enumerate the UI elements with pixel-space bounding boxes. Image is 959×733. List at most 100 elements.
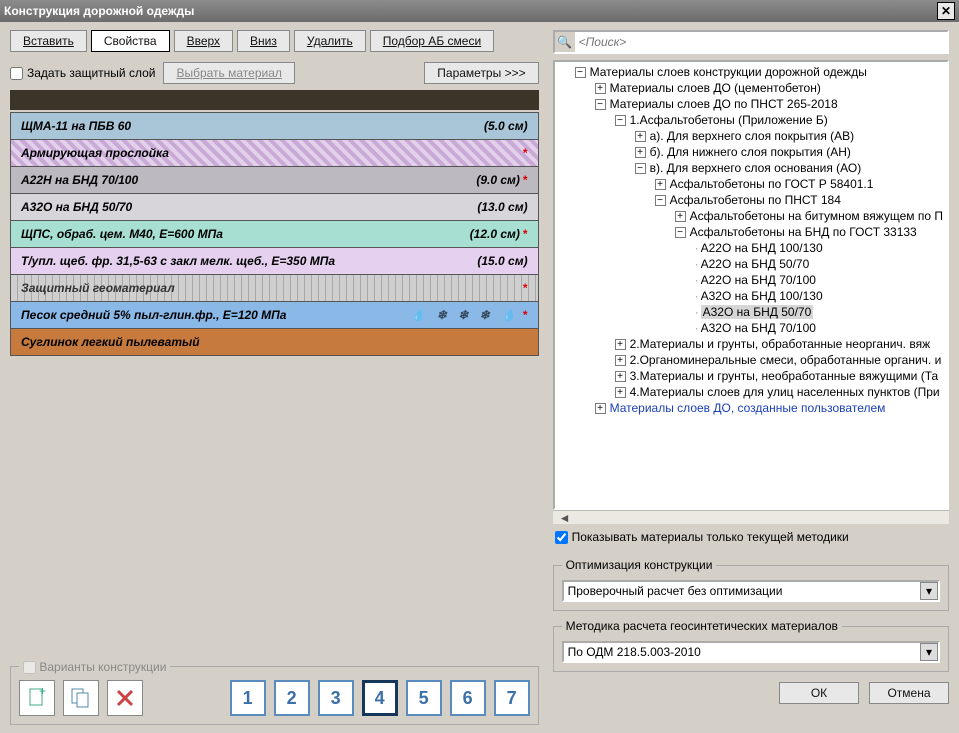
expand-icon[interactable]: + bbox=[615, 387, 626, 398]
horizontal-scrollbar[interactable]: ◄ bbox=[553, 510, 949, 524]
tree-node[interactable]: ·А32О на БНД 70/100 bbox=[555, 320, 947, 336]
layer-row[interactable]: Суглинок легкий пылеватый bbox=[10, 329, 539, 356]
mix-button[interactable]: Подбор АБ смеси bbox=[370, 30, 494, 52]
tree-node[interactable]: + Материалы слоев ДО, созданные пользоват… bbox=[555, 400, 947, 416]
current-method-checkbox[interactable] bbox=[555, 531, 568, 544]
layer-name: Т/упл. щеб. фр. 31,5-63 с закл мелк. щеб… bbox=[21, 254, 335, 268]
variant-3[interactable]: 3 bbox=[318, 680, 354, 716]
right-panel: 🔍 −Материалы слоев конструкции дорожной … bbox=[549, 22, 959, 733]
tree-node[interactable]: +а). Для верхнего слоя покрытия (АВ) bbox=[555, 128, 947, 144]
tree-node[interactable]: + Асфальтобетоны на битумном вяжущем по П bbox=[555, 208, 947, 224]
tree-node[interactable]: −Асфальтобетоны по ПНСТ 184 bbox=[555, 192, 947, 208]
layer-row[interactable]: Песок средний 5% пыл-глин.фр., Е=120 МПа… bbox=[10, 302, 539, 329]
tree-label: А22О на БНД 50/70 bbox=[701, 257, 810, 271]
tree-node[interactable]: −Материалы слоев конструкции дорожной од… bbox=[555, 64, 947, 80]
tree-node[interactable]: +4.Материалы слоев для улиц населенных п… bbox=[555, 384, 947, 400]
tree-node[interactable]: ·А22О на БНД 50/70 bbox=[555, 256, 947, 272]
tree-node[interactable]: ·А32О на БНД 50/70 bbox=[555, 304, 947, 320]
collapse-icon[interactable]: − bbox=[635, 163, 646, 174]
tree-node[interactable]: +б). Для нижнего слоя покрытия (АН) bbox=[555, 144, 947, 160]
tree-node[interactable]: +2.Органоминеральные смеси, обработанные… bbox=[555, 352, 947, 368]
expand-icon[interactable]: + bbox=[595, 403, 606, 414]
optimization-dropdown[interactable]: Проверочный расчет без оптимизации ▾ bbox=[562, 580, 940, 602]
tree-node[interactable]: ·А22О на БНД 100/130 bbox=[555, 240, 947, 256]
tree-label: Асфальтобетоны по ПНСТ 184 bbox=[670, 193, 841, 207]
tree-label: 1.Асфальтобетоны (Приложение Б) bbox=[630, 113, 828, 127]
search-row: 🔍 bbox=[553, 30, 949, 54]
collapse-icon[interactable]: − bbox=[595, 99, 606, 110]
layer-row[interactable]: Т/упл. щеб. фр. 31,5-63 с закл мелк. щеб… bbox=[10, 248, 539, 275]
star-icon: * bbox=[523, 173, 528, 187]
choose-material-button[interactable]: Выбрать материал bbox=[163, 62, 294, 84]
properties-button[interactable]: Свойства bbox=[91, 30, 170, 52]
tree-node[interactable]: +3.Материалы и грунты, необработанные вя… bbox=[555, 368, 947, 384]
ok-button[interactable]: ОК bbox=[779, 682, 859, 704]
collapse-icon[interactable]: − bbox=[655, 195, 666, 206]
expand-icon[interactable]: + bbox=[615, 355, 626, 366]
cancel-button[interactable]: Отмена bbox=[869, 682, 949, 704]
variants-title: Варианты конструкции bbox=[39, 660, 166, 674]
tree-label: 4.Материалы слоев для улиц населенных пу… bbox=[630, 385, 940, 399]
tree-node[interactable]: +Асфальтобетоны по ГОСТ Р 58401.1 bbox=[555, 176, 947, 192]
layer-thickness: (9.0 см) bbox=[476, 173, 520, 187]
tree-node[interactable]: +Материалы слоев ДО (цементобетон) bbox=[555, 80, 947, 96]
add-variant-icon[interactable]: + bbox=[19, 680, 55, 716]
collapse-icon[interactable]: − bbox=[675, 227, 686, 238]
down-button[interactable]: Вниз bbox=[237, 30, 290, 52]
layer-name: Защитный геоматериал bbox=[21, 281, 175, 295]
tree-node[interactable]: −Асфальтобетоны на БНД по ГОСТ 33133 bbox=[555, 224, 947, 240]
expand-icon[interactable]: + bbox=[635, 131, 646, 142]
variant-4[interactable]: 4 bbox=[362, 680, 398, 716]
expand-icon[interactable]: + bbox=[615, 371, 626, 382]
tree-node[interactable]: ·А22О на БНД 70/100 bbox=[555, 272, 947, 288]
variant-2[interactable]: 2 bbox=[274, 680, 310, 716]
toolbar: Вставить Свойства Вверх Вниз Удалить Под… bbox=[10, 30, 539, 52]
delete-variant-icon[interactable] bbox=[107, 680, 143, 716]
tree-label: Асфальтобетоны на битумном вяжущем по П bbox=[690, 209, 943, 223]
layer-name: ЩМА-11 на ПБВ 60 bbox=[21, 119, 131, 133]
geosynth-dropdown[interactable]: По ОДМ 218.5.003-2010 ▾ bbox=[562, 641, 940, 663]
star-icon: * bbox=[523, 281, 528, 295]
variant-7[interactable]: 7 bbox=[494, 680, 530, 716]
expand-icon[interactable]: + bbox=[635, 147, 646, 158]
expand-icon[interactable]: + bbox=[595, 83, 606, 94]
optimization-group: Оптимизация конструкции Проверочный расч… bbox=[553, 558, 949, 611]
delete-button[interactable]: Удалить bbox=[294, 30, 366, 52]
tree-label: А32О на БНД 50/70 bbox=[701, 305, 814, 319]
tree-node[interactable]: ·А32О на БНД 100/130 bbox=[555, 288, 947, 304]
search-input[interactable] bbox=[575, 32, 947, 52]
tree-label: Материалы слоев ДО, созданные пользовате… bbox=[610, 401, 886, 415]
tree-label: 2.Органоминеральные смеси, обработанные … bbox=[630, 353, 942, 367]
variant-6[interactable]: 6 bbox=[450, 680, 486, 716]
expand-icon[interactable]: + bbox=[615, 339, 626, 350]
layer-row[interactable]: ЩПС, обраб. цем. М40, Е=600 МПа(12.0 см)… bbox=[10, 221, 539, 248]
variant-1[interactable]: 1 bbox=[230, 680, 266, 716]
tree-node[interactable]: −1.Асфальтобетоны (Приложение Б) bbox=[555, 112, 947, 128]
expand-icon[interactable]: + bbox=[675, 211, 686, 222]
up-button[interactable]: Вверх bbox=[174, 30, 233, 52]
layer-row[interactable]: А32О на БНД 50/70(13.0 см) bbox=[10, 194, 539, 221]
layer-name: Песок средний 5% пыл-глин.фр., Е=120 МПа bbox=[21, 308, 286, 322]
variant-5[interactable]: 5 bbox=[406, 680, 442, 716]
chevron-down-icon[interactable]: ▾ bbox=[920, 643, 938, 661]
layer-row[interactable]: А22Н на БНД 70/100(9.0 см)* bbox=[10, 167, 539, 194]
copy-variant-icon[interactable] bbox=[63, 680, 99, 716]
tree-label: А22О на БНД 70/100 bbox=[701, 273, 816, 287]
protective-layer-checkbox[interactable]: Задать защитный слой bbox=[10, 66, 155, 80]
layer-row[interactable]: ЩМА-11 на ПБВ 60(5.0 см) bbox=[10, 112, 539, 140]
dark-header-bar bbox=[10, 90, 539, 110]
insert-button[interactable]: Вставить bbox=[10, 30, 87, 52]
parameters-button[interactable]: Параметры >>> bbox=[424, 62, 538, 84]
materials-tree[interactable]: −Материалы слоев конструкции дорожной од… bbox=[553, 60, 949, 510]
layer-row[interactable]: Армирующая прослойка* bbox=[10, 140, 539, 167]
current-method-label: Показывать материалы только текущей мето… bbox=[572, 530, 849, 544]
close-icon[interactable]: ✕ bbox=[937, 2, 955, 20]
collapse-icon[interactable]: − bbox=[575, 67, 586, 78]
tree-node[interactable]: −Материалы слоев ДО по ПНСТ 265-2018 bbox=[555, 96, 947, 112]
tree-node[interactable]: −в). Для верхнего слоя основания (АО) bbox=[555, 160, 947, 176]
expand-icon[interactable]: + bbox=[655, 179, 666, 190]
chevron-down-icon[interactable]: ▾ bbox=[920, 582, 938, 600]
layer-row[interactable]: Защитный геоматериал * bbox=[10, 275, 539, 302]
tree-node[interactable]: +2.Материалы и грунты, обработанные неор… bbox=[555, 336, 947, 352]
collapse-icon[interactable]: − bbox=[615, 115, 626, 126]
